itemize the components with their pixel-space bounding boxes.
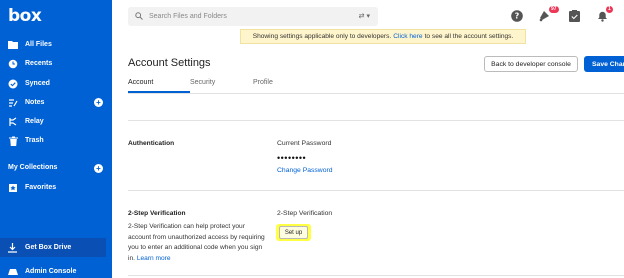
sidebar: box All Files Recents Synced Notes + Rel… — [0, 0, 112, 278]
two-step-description: 2-Step Verification can help protect you… — [128, 222, 268, 264]
help-icon[interactable]: ? — [510, 9, 523, 22]
check-circle-icon — [8, 79, 18, 89]
authentication-section-label: Authentication — [128, 140, 175, 147]
sidebar-item-label: Trash — [25, 137, 44, 144]
sidebar-item-notes[interactable]: Notes + — [0, 93, 112, 112]
star-icon — [8, 183, 18, 193]
sidebar-item-favorites[interactable]: Favorites — [0, 178, 112, 197]
save-changes-button[interactable]: Save Changes — [584, 56, 624, 72]
two-step-field-label: 2-Step Verification — [277, 210, 333, 217]
notice-text: Showing settings applicable only to deve… — [252, 33, 392, 40]
clock-icon — [8, 59, 18, 69]
sidebar-item-label: Recents — [25, 60, 53, 67]
search-icon — [135, 11, 143, 22]
sidebar-item-label: Synced — [25, 80, 50, 87]
add-note-button[interactable]: + — [94, 98, 103, 107]
sidebar-item-label: Notes — [25, 99, 45, 106]
tabs-divider — [128, 93, 624, 94]
learn-more-link[interactable]: Learn more — [137, 255, 171, 262]
sidebar-item-recents[interactable]: Recents — [0, 54, 112, 73]
developer-notice-banner: Showing settings applicable only to deve… — [240, 29, 526, 44]
sidebar-item-relay[interactable]: Relay — [0, 112, 112, 131]
admin-console-link[interactable]: Admin Console — [0, 264, 112, 278]
password-mask: •••••••• — [277, 153, 307, 163]
notice-link[interactable]: Click here — [393, 33, 422, 40]
tab-account[interactable]: Account — [128, 79, 153, 86]
admin-icon — [8, 267, 18, 275]
set-up-button[interactable]: Set up — [279, 226, 308, 239]
add-collection-button[interactable]: + — [94, 164, 103, 173]
get-box-drive-button[interactable]: Get Box Drive — [0, 238, 106, 257]
get-box-drive-label: Get Box Drive — [25, 244, 72, 251]
download-icon — [8, 242, 18, 253]
current-password-label: Current Password — [277, 140, 332, 147]
search-placeholder: Search Files and Folders — [149, 13, 227, 20]
page-title: Account Settings — [128, 57, 211, 69]
section-divider — [128, 120, 624, 121]
sidebar-item-label: Favorites — [25, 184, 57, 191]
notes-icon — [8, 98, 18, 108]
box-logo[interactable]: box — [8, 6, 42, 26]
tab-profile[interactable]: Profile — [253, 79, 273, 86]
trash-icon — [8, 135, 18, 146]
admin-console-label: Admin Console — [25, 267, 77, 275]
tab-security[interactable]: Security — [190, 79, 215, 86]
relay-icon — [8, 117, 18, 127]
two-step-section-label: 2-Step Verification — [128, 210, 186, 217]
sidebar-item-all-files[interactable]: All Files — [0, 35, 112, 54]
section-divider — [128, 275, 624, 276]
bell-count-badge: 1 — [606, 6, 613, 13]
search-input[interactable]: Search Files and Folders ⇄ ▾ — [128, 7, 378, 26]
sidebar-item-label: All Files — [25, 41, 52, 48]
sidebar-item-trash[interactable]: Trash — [0, 131, 112, 150]
search-filter-icon[interactable]: ⇄ ▾ — [359, 12, 370, 20]
svg-text:?: ? — [514, 11, 519, 20]
section-divider — [128, 190, 624, 191]
sidebar-item-label: Relay — [25, 118, 44, 125]
tasks-icon[interactable] — [568, 9, 581, 22]
notice-text-end: to see all the account settings. — [424, 33, 514, 40]
folder-icon — [8, 40, 18, 50]
my-collections-heading: My Collections — [8, 164, 58, 171]
sidebar-item-synced[interactable]: Synced — [0, 74, 112, 93]
notification-count-badge: 97 — [549, 6, 559, 13]
change-password-link[interactable]: Change Password — [277, 167, 333, 174]
back-to-developer-console-button[interactable]: Back to developer console — [484, 56, 578, 72]
